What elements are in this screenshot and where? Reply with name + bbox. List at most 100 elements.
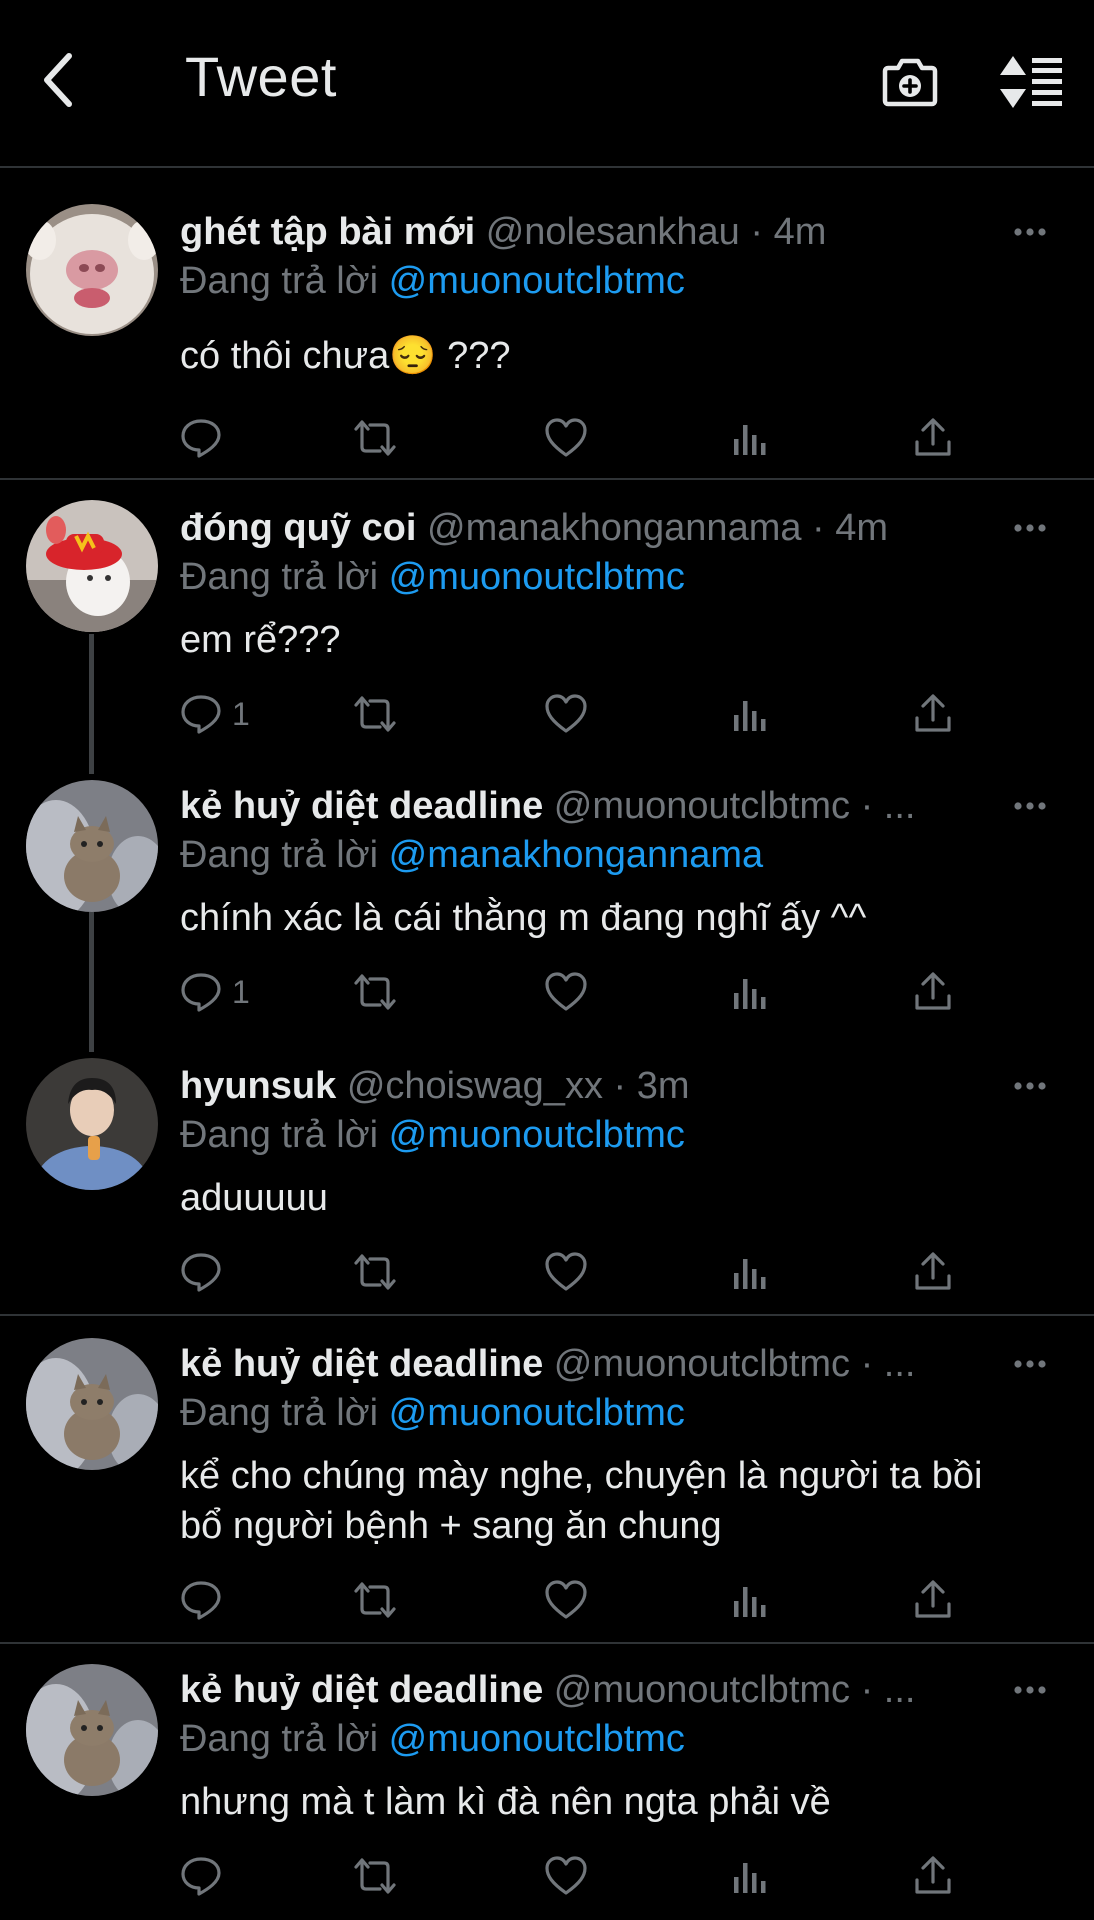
retweet-button[interactable]: [350, 1850, 400, 1902]
mention-link[interactable]: @manakhongannama: [389, 834, 764, 876]
like-button[interactable]: [544, 688, 588, 740]
like-button[interactable]: [544, 1246, 588, 1298]
mention-link[interactable]: @muonoutclbtmc: [389, 556, 685, 598]
retweet-icon: [354, 420, 396, 456]
chevron-left-icon: [44, 53, 72, 107]
reply-count: 1: [232, 695, 250, 732]
tweet-text: kể cho chúng mày nghe, chuyện là người t…: [180, 1455, 983, 1547]
display-name[interactable]: đóng quỹ coi: [180, 507, 416, 549]
mention-link[interactable]: @muonoutclbtmc: [389, 1718, 685, 1760]
more-options-button[interactable]: [1000, 786, 1060, 826]
views-button[interactable]: [730, 1574, 770, 1626]
tweet[interactable]: kẻ huỷ diệt deadline @muonoutclbtmc · ..…: [0, 760, 1094, 1052]
reply-button[interactable]: [180, 412, 232, 464]
reply-button[interactable]: 1: [180, 966, 250, 1018]
reply-button[interactable]: [180, 1850, 232, 1902]
reply-button[interactable]: [180, 1574, 232, 1626]
avatar[interactable]: [26, 204, 158, 336]
share-icon: [915, 1580, 951, 1618]
back-button[interactable]: [30, 40, 86, 120]
ellipsis-icon: [1014, 228, 1046, 236]
tweet-text: có thôi chưa😔 ???: [180, 335, 511, 377]
views-button[interactable]: [730, 1246, 770, 1298]
heart-icon: [545, 1252, 587, 1291]
tweet-text: aduuuuu: [180, 1177, 328, 1219]
replying-to: Đang trả lời @muonoutclbtmc: [180, 1111, 685, 1159]
retweet-button[interactable]: [350, 966, 400, 1018]
share-button[interactable]: [912, 412, 954, 464]
tweet-text: chính xác là cái thằng m đang nghĩ ấy ^^: [180, 897, 867, 939]
heart-icon: [545, 1856, 587, 1895]
retweet-button[interactable]: [350, 1574, 400, 1626]
camera-button[interactable]: [874, 46, 946, 118]
share-button[interactable]: [912, 1246, 954, 1298]
retweet-icon: [354, 1254, 396, 1290]
reply-button[interactable]: 1: [180, 688, 250, 740]
tabby-cat-avatar-image: [26, 1664, 158, 1796]
mention-link[interactable]: @muonoutclbtmc: [389, 1114, 685, 1156]
like-button[interactable]: [544, 1574, 588, 1626]
tweet[interactable]: ghét tập bài mới @nolesankhau · 4m Đang …: [0, 168, 1094, 480]
reply-icon: [181, 973, 221, 1012]
share-icon: [915, 694, 951, 732]
reply-count: 1: [232, 973, 250, 1010]
share-button[interactable]: [912, 688, 954, 740]
handle-time: @muonoutclbtmc · ...: [553, 785, 916, 827]
ellipsis-icon: [1014, 1082, 1046, 1090]
page-title: Tweet: [185, 45, 337, 108]
display-name[interactable]: kẻ huỷ diệt deadline: [180, 785, 543, 827]
display-name[interactable]: kẻ huỷ diệt deadline: [180, 1669, 543, 1711]
share-button[interactable]: [912, 966, 954, 1018]
mention-link[interactable]: @muonoutclbtmc: [389, 1392, 685, 1434]
display-name[interactable]: hyunsuk: [180, 1065, 336, 1107]
tweet-text: nhưng mà t làm kì đà nên ngta phải về: [180, 1781, 831, 1823]
tweet-actions: 1: [180, 688, 960, 740]
avatar[interactable]: [26, 1664, 158, 1796]
reply-button[interactable]: [180, 1246, 232, 1298]
retweet-button[interactable]: [350, 412, 400, 464]
tweet[interactable]: đóng quỹ coi @manakhongannama · 4m Đang …: [0, 482, 1094, 774]
views-button[interactable]: [730, 1850, 770, 1902]
tweet-header: ghét tập bài mới @nolesankhau · 4m: [180, 208, 998, 256]
display-name[interactable]: kẻ huỷ diệt deadline: [180, 1343, 543, 1385]
views-button[interactable]: [730, 966, 770, 1018]
replying-to: Đang trả lời @muonoutclbtmc: [180, 1389, 685, 1437]
avatar[interactable]: [26, 500, 158, 632]
retweet-button[interactable]: [350, 688, 400, 740]
more-options-button[interactable]: [1000, 1344, 1060, 1384]
share-button[interactable]: [912, 1574, 954, 1626]
like-button[interactable]: [544, 966, 588, 1018]
views-chart-icon: [734, 1587, 766, 1617]
replying-prefix: Đang trả lời: [180, 556, 379, 598]
retweet-icon: [354, 974, 396, 1010]
replying-to: Đang trả lời @muonoutclbtmc: [180, 1715, 685, 1763]
more-options-button[interactable]: [1000, 212, 1060, 252]
retweet-button[interactable]: [350, 1246, 400, 1298]
mention-link[interactable]: @muonoutclbtmc: [389, 260, 685, 302]
tweet-header: kẻ huỷ diệt deadline @muonoutclbtmc · ..…: [180, 782, 998, 830]
replying-to: Đang trả lời @manakhongannama: [180, 831, 763, 879]
ellipsis-icon: [1014, 524, 1046, 532]
more-options-button[interactable]: [1000, 1066, 1060, 1106]
tweet[interactable]: kẻ huỷ diệt deadline @muonoutclbtmc · ..…: [0, 1646, 1094, 1920]
tweet[interactable]: hyunsuk @choiswag_xx · 3m Đang trả lời @…: [0, 1038, 1094, 1316]
views-button[interactable]: [730, 688, 770, 740]
avatar[interactable]: [26, 1338, 158, 1470]
tweet-actions: [180, 412, 960, 464]
avatar[interactable]: [26, 1058, 158, 1190]
reply-icon: [181, 695, 221, 734]
views-button[interactable]: [730, 412, 770, 464]
like-button[interactable]: [544, 412, 588, 464]
more-options-button[interactable]: [1000, 508, 1060, 548]
display-name[interactable]: ghét tập bài mới: [180, 211, 475, 253]
heart-icon: [545, 694, 587, 733]
thread-line: [89, 634, 94, 774]
like-button[interactable]: [544, 1850, 588, 1902]
more-options-button[interactable]: [1000, 1670, 1060, 1710]
tweet[interactable]: kẻ huỷ diệt deadline @muonoutclbtmc · ..…: [0, 1318, 1094, 1644]
sort-replies-button[interactable]: [996, 46, 1068, 118]
avatar[interactable]: [26, 780, 158, 912]
share-button[interactable]: [912, 1850, 954, 1902]
replying-prefix: Đang trả lời: [180, 834, 379, 876]
share-icon: [915, 1252, 951, 1290]
